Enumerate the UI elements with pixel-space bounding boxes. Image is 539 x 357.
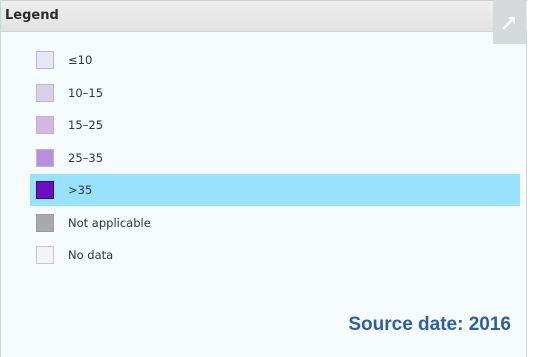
legend-panel: Legend ≤10 10–15 15–25 25–35 >35 Not app… — [0, 0, 527, 357]
legend-swatch — [36, 181, 54, 199]
legend-item-25-35[interactable]: 25–35 — [1, 142, 527, 175]
legend-item-no-data[interactable]: No data — [1, 239, 527, 272]
legend-item-label: >35 — [68, 183, 93, 197]
legend-swatch — [36, 246, 54, 264]
legend-swatch — [36, 116, 54, 134]
legend-header: Legend — [1, 0, 527, 32]
legend-swatch — [36, 51, 54, 69]
legend-item-label: 10–15 — [68, 85, 104, 100]
legend-item-not-applicable[interactable]: Not applicable — [1, 207, 527, 240]
legend-item-label: Not applicable — [68, 215, 151, 230]
legend-item-label: No data — [68, 248, 114, 262]
legend-item-gt35[interactable]: >35 — [1, 174, 527, 207]
legend-swatch — [36, 83, 54, 102]
legend-item-label: 15–25 — [68, 118, 104, 132]
legend-item-le10[interactable]: ≤10 — [1, 44, 527, 77]
legend-item-10-15[interactable]: 10–15 — [1, 77, 527, 110]
expand-button[interactable] — [493, 0, 526, 44]
legend-swatch — [36, 148, 54, 167]
selection-highlight — [30, 174, 520, 206]
source-date: Source date: 2016 — [348, 314, 511, 335]
legend-list: ≤10 10–15 15–25 25–35 >35 Not applicable… — [1, 44, 527, 272]
expand-arrow-icon — [502, 17, 515, 30]
legend-item-label: ≤10 — [68, 53, 93, 67]
legend-title: Legend — [5, 8, 59, 23]
legend-item-15-25[interactable]: 15–25 — [1, 109, 527, 142]
legend-swatch — [36, 213, 54, 232]
legend-item-label: 25–35 — [68, 150, 104, 165]
